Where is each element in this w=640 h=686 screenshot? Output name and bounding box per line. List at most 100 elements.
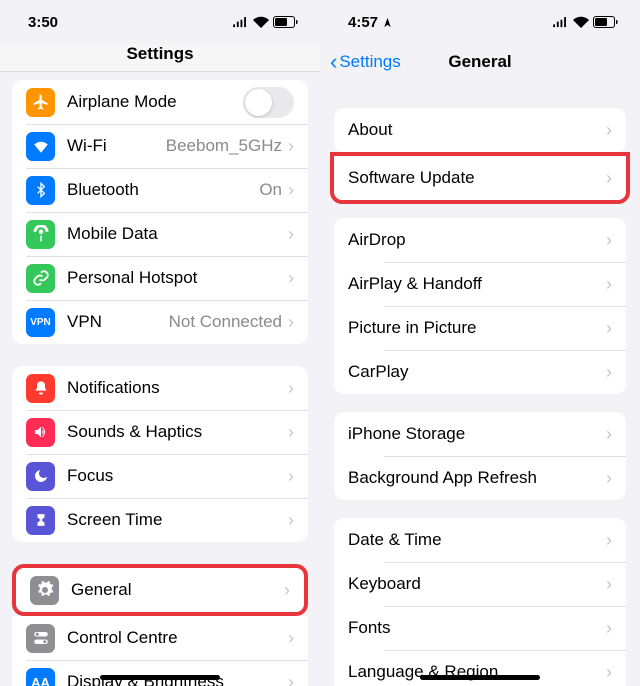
row-label: iPhone Storage — [348, 424, 606, 444]
mobile-data-row[interactable]: Mobile Data › — [12, 212, 308, 256]
settings-screen: 3:50 Settings Airplane Mode Wi-Fi Beebom… — [0, 0, 320, 686]
switches-icon — [26, 624, 55, 653]
hotspot-row[interactable]: Personal Hotspot › — [12, 256, 308, 300]
row-label: Personal Hotspot — [67, 268, 288, 288]
datetime-row[interactable]: Date & Time› — [334, 518, 626, 562]
chevron-icon: › — [606, 362, 612, 383]
row-value: Beebom_5GHz — [166, 136, 282, 156]
settings-list[interactable]: Airplane Mode Wi-Fi Beebom_5GHz › Blueto… — [0, 72, 320, 686]
chevron-icon: › — [606, 662, 612, 683]
row-label: Wi-Fi — [67, 136, 166, 156]
bluetooth-row[interactable]: Bluetooth On › — [12, 168, 308, 212]
row-label: Focus — [67, 466, 288, 486]
notifications-row[interactable]: Notifications › — [12, 366, 308, 410]
row-label: Fonts — [348, 618, 606, 638]
sounds-row[interactable]: Sounds & Haptics › — [12, 410, 308, 454]
about-row[interactable]: About › — [334, 108, 626, 152]
chevron-icon: › — [606, 468, 612, 489]
chevron-icon: › — [606, 318, 612, 339]
locale-group: Date & Time› Keyboard› Fonts› Language &… — [334, 518, 626, 686]
nav-bar: ‹ Settings General — [320, 44, 640, 80]
speaker-icon — [26, 418, 55, 447]
status-time: 3:50 — [28, 14, 58, 31]
airplane-toggle[interactable] — [243, 87, 294, 118]
focus-row[interactable]: Focus › — [12, 454, 308, 498]
home-indicator[interactable] — [100, 675, 220, 680]
connectivity-group: Airplane Mode Wi-Fi Beebom_5GHz › Blueto… — [12, 80, 308, 344]
row-label: CarPlay — [348, 362, 606, 382]
row-label: Picture in Picture — [348, 318, 606, 338]
software-update-row[interactable]: Software Update › — [334, 156, 626, 200]
display-row[interactable]: AA Display & Brightness › — [12, 660, 308, 686]
background-refresh-row[interactable]: Background App Refresh› — [334, 456, 626, 500]
airdrop-row[interactable]: AirDrop› — [334, 218, 626, 262]
chevron-icon: › — [606, 424, 612, 445]
carplay-row[interactable]: CarPlay› — [334, 350, 626, 394]
home-indicator[interactable] — [420, 675, 540, 680]
row-label: Airplane Mode — [67, 92, 243, 112]
chevron-icon: › — [288, 422, 294, 443]
row-label: About — [348, 120, 606, 140]
software-update-highlight: Software Update › — [330, 152, 630, 204]
chevron-icon: › — [606, 230, 612, 251]
chevron-icon: › — [288, 510, 294, 531]
status-bar: 3:50 — [0, 0, 320, 44]
antenna-icon — [26, 220, 55, 249]
row-label: Notifications — [67, 378, 288, 398]
gear-icon — [30, 576, 59, 605]
row-label: General — [71, 580, 284, 600]
vpn-row[interactable]: VPN VPN Not Connected › — [12, 300, 308, 344]
general-list[interactable]: About › Software Update › AirDrop› AirPl… — [320, 80, 640, 686]
wifi-icon — [26, 132, 55, 161]
aa-icon: AA — [26, 668, 55, 686]
chevron-icon: › — [288, 466, 294, 487]
hourglass-icon — [26, 506, 55, 535]
row-label: AirDrop — [348, 230, 606, 250]
storage-row[interactable]: iPhone Storage› — [334, 412, 626, 456]
airplane-icon — [26, 88, 55, 117]
airplane-mode-row[interactable]: Airplane Mode — [12, 80, 308, 124]
wifi-row[interactable]: Wi-Fi Beebom_5GHz › — [12, 124, 308, 168]
row-label: Sounds & Haptics — [67, 422, 288, 442]
chevron-icon: › — [288, 378, 294, 399]
row-value: On — [259, 180, 282, 200]
row-label: Control Centre — [67, 628, 288, 648]
bluetooth-icon — [26, 176, 55, 205]
chevron-icon: › — [288, 628, 294, 649]
row-label: Software Update — [348, 168, 606, 188]
back-button[interactable]: ‹ Settings — [330, 51, 401, 73]
moon-icon — [26, 462, 55, 491]
about-group: About › — [334, 108, 626, 152]
chevron-icon: › — [288, 312, 294, 333]
general-row[interactable]: General › — [16, 568, 304, 612]
keyboard-row[interactable]: Keyboard› — [334, 562, 626, 606]
chevron-icon: › — [288, 136, 294, 157]
fonts-row[interactable]: Fonts› — [334, 606, 626, 650]
status-time: 4:57 — [348, 14, 393, 31]
row-label: Background App Refresh — [348, 468, 606, 488]
storage-group: iPhone Storage› Background App Refresh› — [334, 412, 626, 500]
status-bar: 4:57 — [320, 0, 640, 44]
chevron-icon: › — [288, 268, 294, 289]
row-label: Screen Time — [67, 510, 288, 530]
row-label: Mobile Data — [67, 224, 288, 244]
airplay-row[interactable]: AirPlay & Handoff› — [334, 262, 626, 306]
row-label: Date & Time — [348, 530, 606, 550]
status-icons — [552, 16, 618, 28]
screentime-row[interactable]: Screen Time › — [12, 498, 308, 542]
status-icons — [232, 16, 298, 28]
chevron-icon: › — [606, 530, 612, 551]
language-row[interactable]: Language & Region› — [334, 650, 626, 686]
pip-row[interactable]: Picture in Picture› — [334, 306, 626, 350]
bell-icon — [26, 374, 55, 403]
chevron-icon: › — [606, 618, 612, 639]
notifications-group: Notifications › Sounds & Haptics › Focus… — [12, 366, 308, 542]
chevron-icon: › — [284, 580, 290, 601]
general-highlight: General › — [12, 564, 308, 616]
row-label: Bluetooth — [67, 180, 259, 200]
control-centre-row[interactable]: Control Centre › — [12, 616, 308, 660]
airdrop-group: AirDrop› AirPlay & Handoff› Picture in P… — [334, 218, 626, 394]
chevron-left-icon: ‹ — [330, 51, 337, 73]
chevron-icon: › — [606, 574, 612, 595]
back-label: Settings — [339, 52, 400, 72]
